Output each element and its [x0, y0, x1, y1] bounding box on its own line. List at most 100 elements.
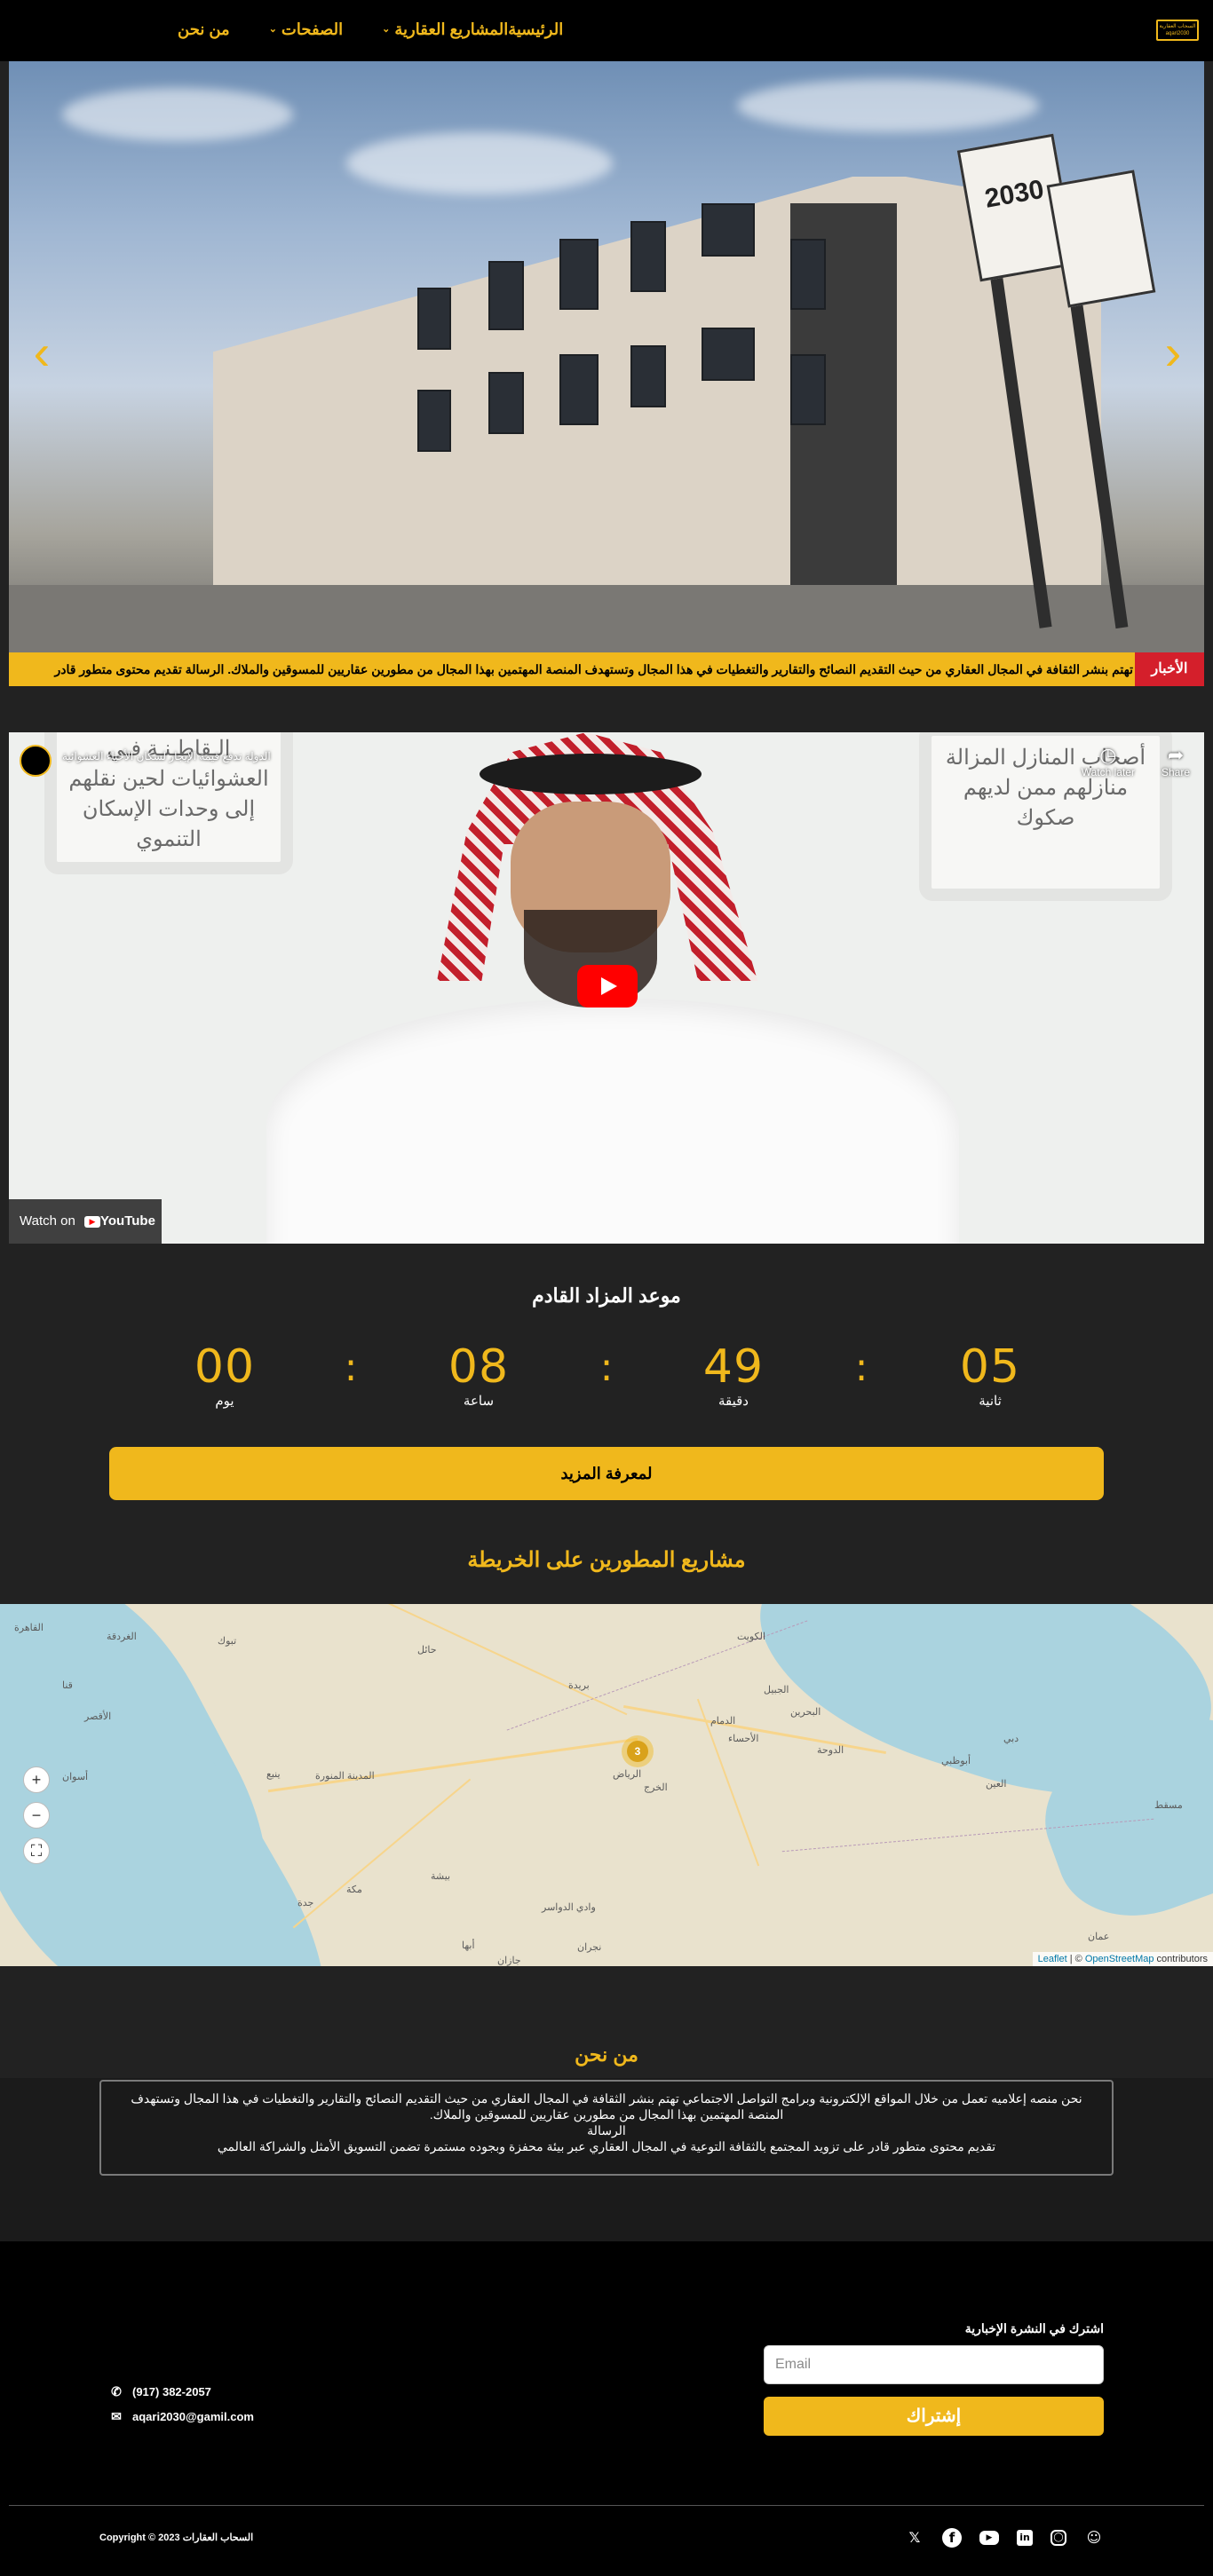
leaflet-link[interactable]: Leaflet [1038, 1954, 1067, 1964]
share-button[interactable]: ➦ Share [1161, 744, 1190, 779]
window [559, 239, 599, 310]
facebook-icon[interactable]: f [942, 2528, 962, 2548]
envelope-icon: ✉ [111, 2409, 122, 2423]
map-label: أبها [462, 1940, 475, 1951]
window [790, 239, 826, 310]
countdown-seconds-label: ثانية [979, 1394, 1002, 1409]
projects-map[interactable]: الرياض المدينة المنورة مكة جدة أبها جازا… [0, 1604, 1213, 1966]
hero-slider: 2030 ‹ › [9, 61, 1204, 652]
youtube-embed[interactable]: الـقاطـنـة فـي العشوائيات لحين نقلهم إلى… [9, 732, 1204, 1244]
map-label: البحرين [790, 1707, 821, 1718]
auction-title: موعد المزاد القادم [532, 1284, 681, 1307]
site-logo[interactable]: السحاب العقارية aqari2030 [1156, 20, 1199, 41]
countdown-timer: 00 يوم : 08 ساعة : 49 دقيقة : 05 ثانية [0, 1340, 1213, 1411]
chevron-left-icon[interactable]: ‹ [28, 326, 55, 379]
map-label: ينبع [266, 1769, 281, 1780]
nav-item-about[interactable]: من نحن [178, 18, 230, 41]
window [630, 345, 666, 407]
nav-item-home[interactable]: الرئيسية [508, 18, 563, 41]
newsletter-email-input[interactable] [764, 2345, 1104, 2384]
email-text: aqari2030@gamil.com [132, 2410, 254, 2423]
clock-icon: ◷ [1099, 744, 1117, 766]
map-attribution: Leaflet | © OpenStreetMap contributors [1032, 1952, 1213, 1966]
countdown-days-value: 00 [194, 1340, 256, 1394]
share-label: Share [1161, 766, 1190, 778]
learn-more-button[interactable]: لمعرفة المزيد [109, 1447, 1104, 1500]
map-section-title: مشاريع المطورين على الخريطة [467, 1548, 746, 1572]
map-label: مكة [346, 1885, 362, 1895]
youtube-wordmark: YouTube [99, 1213, 155, 1229]
map-label: الخرج [644, 1782, 668, 1793]
window [488, 261, 524, 330]
zoom-in-button[interactable]: + [23, 1766, 50, 1793]
cloud [62, 88, 293, 141]
map-label: وادي الدواسر [542, 1902, 596, 1913]
social-links: 𝕏 f ▶ in ◯ ☺ [905, 2528, 1104, 2548]
play-button[interactable] [577, 965, 638, 1007]
map-label: قنا [62, 1680, 73, 1691]
chevron-right-icon[interactable]: › [1160, 326, 1186, 379]
map-label: أسوان [62, 1772, 89, 1782]
fullscreen-icon[interactable]: ⛶ [23, 1837, 50, 1864]
watch-on-youtube-button[interactable]: Watch on ▶ YouTube [9, 1199, 162, 1244]
phone-icon: ✆ [111, 2384, 122, 2398]
map-label: حائل [417, 1645, 437, 1655]
map-label: الأقصر [84, 1711, 112, 1722]
window [702, 203, 755, 257]
countdown-hours-value: 08 [448, 1340, 510, 1394]
zoom-out-button[interactable]: − [23, 1802, 50, 1829]
youtube-icon[interactable]: ▶ [979, 2531, 999, 2545]
nav-item-pages[interactable]: الصفحات ⌄ [269, 18, 343, 41]
subscribe-button[interactable]: إشتراك [764, 2397, 1104, 2436]
attribution-separator: | © [1066, 1954, 1085, 1964]
countdown-hours-label: ساعة [463, 1394, 495, 1409]
map-label: نجران [577, 1942, 602, 1953]
phone-text: (917) 382-2057 [132, 2385, 211, 2398]
channel-avatar[interactable] [20, 745, 52, 777]
map-label: القاهرة [14, 1623, 44, 1633]
instagram-icon[interactable]: ◯ [1050, 2530, 1066, 2546]
map-label: بريدة [568, 1680, 590, 1691]
countdown-separator: : [854, 1345, 868, 1390]
chevron-down-icon: ⌄ [382, 24, 391, 35]
map-label: الكويت [737, 1632, 766, 1642]
window [702, 328, 755, 381]
twitter-icon[interactable]: 𝕏 [905, 2528, 924, 2548]
ticker-text[interactable]: تهتم بنشر الثقافة في المجال العقاري من ح… [55, 652, 1134, 686]
countdown-hours: 08 ساعة [416, 1340, 541, 1410]
nav-item-label: الرئيسية [508, 20, 564, 38]
youtube-icon: ▶ [83, 1215, 100, 1228]
countdown-separator: : [599, 1345, 614, 1390]
main-menu: من نحن الصفحات ⌄ المشاريع العقارية ⌄ الرئي… [139, 18, 563, 41]
chevron-down-icon: ⌄ [268, 24, 277, 35]
nav-item-label: من نحن [178, 20, 230, 38]
cloud [737, 79, 1039, 132]
share-icon: ➦ [1167, 744, 1185, 766]
snapchat-icon[interactable]: ☺ [1084, 2528, 1104, 2548]
countdown-minutes: 49 دقيقة [671, 1340, 796, 1410]
contact-email[interactable]: ✉ aqari2030@gamil.com [109, 2409, 254, 2424]
map-label: الرياض [613, 1769, 642, 1780]
video-title[interactable]: الدولة تدفع قيمة الإيجار لسكان الأحياء ا… [62, 750, 271, 763]
map-marker-cluster[interactable]: 3 [622, 1735, 654, 1767]
street [9, 585, 1204, 652]
contact-phone[interactable]: ✆ (917) 382-2057 [109, 2384, 211, 2399]
linkedin-icon[interactable]: in [1017, 2530, 1033, 2546]
top-navbar: السحاب العقارية aqari2030 من نحن الصفحات… [0, 0, 1213, 61]
nav-item-projects[interactable]: المشاريع العقارية ⌄ [382, 18, 508, 41]
watch-later-button[interactable]: ◷ Watch later [1082, 744, 1135, 779]
map-label: المدينة المنورة [315, 1771, 375, 1782]
countdown-days-label: يوم [215, 1394, 234, 1409]
copyright-text: Copyright © 2023 السحاب العقارات [99, 2533, 254, 2543]
cloud [346, 132, 613, 194]
map-label: دبي [1003, 1734, 1019, 1744]
osm-link[interactable]: OpenStreetMap [1085, 1954, 1154, 1964]
newsletter-label: اشترك في النشرة الإخبارية [964, 2321, 1104, 2335]
map-label: الدمام [710, 1716, 736, 1727]
watch-on-label: Watch on [20, 1213, 75, 1229]
about-mission-text: تقديم محتوى متطور قادر على تزويد المجتمع… [217, 2139, 996, 2153]
window [417, 390, 451, 452]
map-label: الدوحة [817, 1745, 844, 1756]
nav-item-label: المشاريع العقارية [394, 20, 509, 38]
countdown-days: 00 يوم [163, 1340, 287, 1410]
